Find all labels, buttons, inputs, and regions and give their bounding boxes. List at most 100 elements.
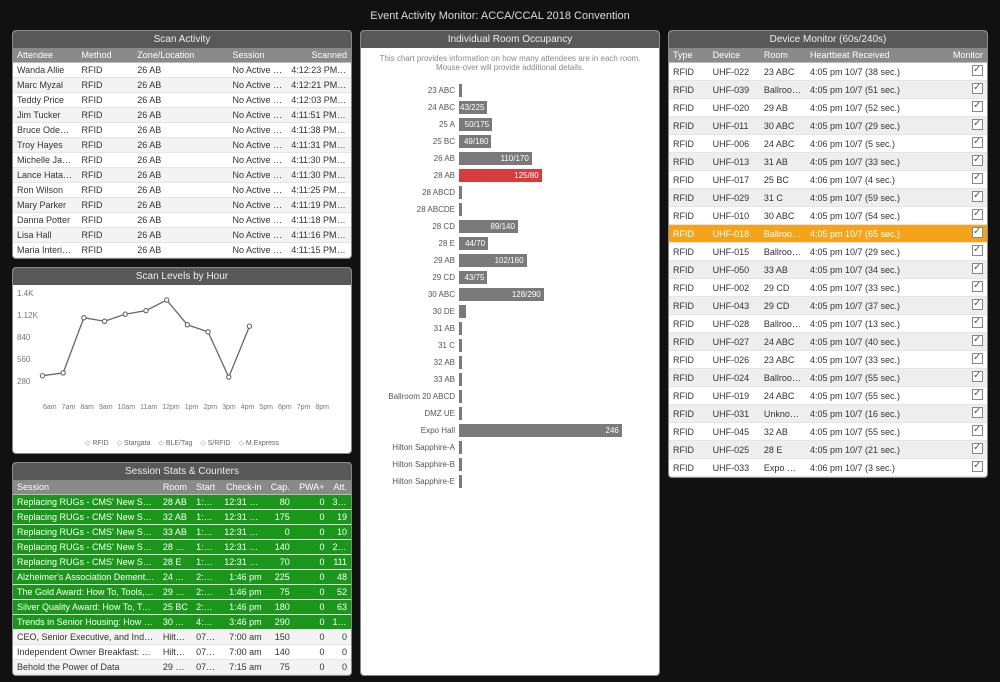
table-row[interactable]: Michelle JabczynskiRFID26 ABNo Active Se…	[13, 153, 351, 168]
occupancy-bar[interactable]: 25 A50/175	[369, 116, 651, 133]
table-row[interactable]: RFIDUHF-018Ballroom 20 ABC4:05 pm 10/7 (…	[669, 225, 987, 243]
table-row[interactable]: Ron WilsonRFID26 ABNo Active Session4:11…	[13, 183, 351, 198]
column-header[interactable]: Start	[192, 480, 220, 495]
legend-item[interactable]: BLE/Tag	[159, 439, 193, 447]
monitor-checkbox[interactable]	[972, 245, 983, 256]
column-header[interactable]: Cap.	[266, 480, 294, 495]
table-row[interactable]: Marc MyzalRFID26 ABNo Active Session4:12…	[13, 78, 351, 93]
monitor-checkbox[interactable]	[972, 191, 983, 202]
column-header[interactable]: Session	[13, 480, 159, 495]
table-row[interactable]: RFIDUHF-024Ballroom 20 ABC4:05 pm 10/7 (…	[669, 369, 987, 387]
occupancy-bar[interactable]: 25 BC49/180	[369, 133, 651, 150]
table-row[interactable]: Replacing RUGs - CMS' New SNF Payment …2…	[13, 540, 351, 555]
monitor-checkbox[interactable]	[972, 335, 983, 346]
column-header[interactable]: Attendee	[13, 48, 78, 63]
table-row[interactable]: RFIDUHF-02724 ABC4:05 pm 10/7 (40 sec.)	[669, 333, 987, 351]
column-header[interactable]: Type	[669, 48, 709, 63]
table-row[interactable]: RFIDUHF-015Ballroom 20 ABC4:05 pm 10/7 (…	[669, 243, 987, 261]
occupancy-bar[interactable]: DMZ UE	[369, 405, 651, 422]
occupancy-bar[interactable]: Hilton Sapphire-E	[369, 473, 651, 490]
monitor-checkbox[interactable]	[972, 407, 983, 418]
table-row[interactable]: RFIDUHF-033Expo Hall4:06 pm 10/7 (3 sec.…	[669, 459, 987, 477]
monitor-checkbox[interactable]	[972, 119, 983, 130]
table-row[interactable]: Lisa HallRFID26 ABNo Active Session4:11:…	[13, 228, 351, 243]
table-row[interactable]: RFIDUHF-039Ballroom 20 ABC4:05 pm 10/7 (…	[669, 81, 987, 99]
occupancy-bar[interactable]: 28 CD89/140	[369, 218, 651, 235]
table-row[interactable]: CEO, Senior Executive, and Independent O…	[13, 630, 351, 645]
table-row[interactable]: RFIDUHF-01030 ABC4:05 pm 10/7 (54 sec.)	[669, 207, 987, 225]
column-header[interactable]: PWA+	[294, 480, 329, 495]
table-row[interactable]: RFIDUHF-031Unknown-0024:05 pm 10/7 (16 s…	[669, 405, 987, 423]
occupancy-bar[interactable]: 28 E44/70	[369, 235, 651, 252]
occupancy-bar[interactable]: 31 AB	[369, 320, 651, 337]
table-row[interactable]: Bruce OdenthalRFID26 ABNo Active Session…	[13, 123, 351, 138]
monitor-checkbox[interactable]	[972, 299, 983, 310]
occupancy-bar[interactable]: Hilton Sapphire-A	[369, 439, 651, 456]
monitor-checkbox[interactable]	[972, 371, 983, 382]
occupancy-bar[interactable]: 32 AB	[369, 354, 651, 371]
occupancy-bar[interactable]: 23 ABC	[369, 82, 651, 99]
scan-levels-chart[interactable]: 1.4K1.12K840560280 6am7am8am9am10am11am1…	[13, 285, 351, 435]
legend-item[interactable]: S/RFID	[200, 439, 230, 447]
table-row[interactable]: Replacing RUGs - CMS' New SNF Payment …3…	[13, 510, 351, 525]
table-row[interactable]: Lance HatawayRFID26 ABNo Active Session4…	[13, 168, 351, 183]
table-row[interactable]: RFIDUHF-02623 ABC4:05 pm 10/7 (33 sec.)	[669, 351, 987, 369]
table-row[interactable]: RFIDUHF-04532 AB4:05 pm 10/7 (55 sec.)	[669, 423, 987, 441]
monitor-checkbox[interactable]	[972, 155, 983, 166]
column-header[interactable]: Monitor	[932, 48, 987, 63]
table-row[interactable]: Danna PotterRFID26 ABNo Active Session4:…	[13, 213, 351, 228]
table-row[interactable]: Teddy PriceRFID26 ABNo Active Session4:1…	[13, 93, 351, 108]
table-row[interactable]: Trends in Senior Housing: How Do We Thri…	[13, 615, 351, 630]
column-header[interactable]: Att.	[329, 480, 351, 495]
occupancy-bar[interactable]: 30 ABC128/290	[369, 286, 651, 303]
monitor-checkbox[interactable]	[972, 281, 983, 292]
table-row[interactable]: RFIDUHF-02528 E4:05 pm 10/7 (21 sec.)	[669, 441, 987, 459]
table-row[interactable]: Troy HayesRFID26 ABNo Active Session4:11…	[13, 138, 351, 153]
occupancy-bar[interactable]: Hilton Sapphire-B	[369, 456, 651, 473]
occupancy-bar[interactable]: Ballroom 20 ABCD	[369, 388, 651, 405]
table-row[interactable]: RFIDUHF-01130 ABC4:05 pm 10/7 (29 sec.)	[669, 117, 987, 135]
column-header[interactable]: Device	[709, 48, 760, 63]
table-row[interactable]: Alzheimer's Association Dementia Care Pr…	[13, 570, 351, 585]
table-row[interactable]: RFIDUHF-00229 CD4:05 pm 10/7 (33 sec.)	[669, 279, 987, 297]
monitor-checkbox[interactable]	[972, 443, 983, 454]
monitor-checkbox[interactable]	[972, 227, 983, 238]
table-row[interactable]: Replacing RUGs - CMS' New SNF Payment …3…	[13, 525, 351, 540]
table-row[interactable]: Silver Quality Award: How To, Tools, and…	[13, 600, 351, 615]
monitor-checkbox[interactable]	[972, 173, 983, 184]
table-row[interactable]: RFIDUHF-05033 AB4:05 pm 10/7 (34 sec.)	[669, 261, 987, 279]
table-row[interactable]: RFIDUHF-01725 BC4:06 pm 10/7 (4 sec.)	[669, 171, 987, 189]
monitor-checkbox[interactable]	[972, 83, 983, 94]
occupancy-bar[interactable]: 33 AB	[369, 371, 651, 388]
monitor-checkbox[interactable]	[972, 353, 983, 364]
occupancy-bar[interactable]: 28 ABCDE	[369, 201, 651, 218]
table-row[interactable]: RFIDUHF-01924 ABC4:05 pm 10/7 (55 sec.)	[669, 387, 987, 405]
table-row[interactable]: Independent Owner Breakfast: Key Issues …	[13, 645, 351, 660]
column-header[interactable]: Heartbeat Received	[806, 48, 932, 63]
column-header[interactable]: Room	[760, 48, 806, 63]
legend-item[interactable]: Stargata	[117, 439, 151, 447]
table-row[interactable]: RFIDUHF-02223 ABC4:05 pm 10/7 (38 sec.)	[669, 63, 987, 81]
column-header[interactable]: Session	[229, 48, 288, 63]
table-row[interactable]: RFIDUHF-00624 ABC4:06 pm 10/7 (5 sec.)	[669, 135, 987, 153]
occupancy-bar[interactable]: 29 AB102/160	[369, 252, 651, 269]
table-row[interactable]: Replacing RUGs - CMS' New SNF Payment …2…	[13, 555, 351, 570]
table-row[interactable]: Mary ParkerRFID26 ABNo Active Session4:1…	[13, 198, 351, 213]
occupancy-bar[interactable]: Expo Hall246	[369, 422, 651, 439]
column-header[interactable]: Zone/Location	[133, 48, 228, 63]
table-row[interactable]: RFIDUHF-02931 C4:05 pm 10/7 (59 sec.)	[669, 189, 987, 207]
monitor-checkbox[interactable]	[972, 101, 983, 112]
table-row[interactable]: The Gold Award: How To, Tools, and Resou…	[13, 585, 351, 600]
table-row[interactable]: RFIDUHF-028Ballroom 20 ABC4:05 pm 10/7 (…	[669, 315, 987, 333]
occupancy-bar[interactable]: 29 CD43/75	[369, 269, 651, 286]
occupancy-bar[interactable]: 28 ABCD	[369, 184, 651, 201]
table-row[interactable]: RFIDUHF-04329 CD4:05 pm 10/7 (37 sec.)	[669, 297, 987, 315]
monitor-checkbox[interactable]	[972, 137, 983, 148]
occupancy-bar[interactable]: 26 AB110/170	[369, 150, 651, 167]
monitor-checkbox[interactable]	[972, 389, 983, 400]
table-row[interactable]: Behold the Power of Data29 CD07:45 (10/8…	[13, 660, 351, 675]
legend-item[interactable]: RFID	[85, 439, 109, 447]
occupancy-bar[interactable]: 31 C	[369, 337, 651, 354]
column-header[interactable]: Method	[78, 48, 134, 63]
occupancy-bar[interactable]: 28 AB125/80	[369, 167, 651, 184]
